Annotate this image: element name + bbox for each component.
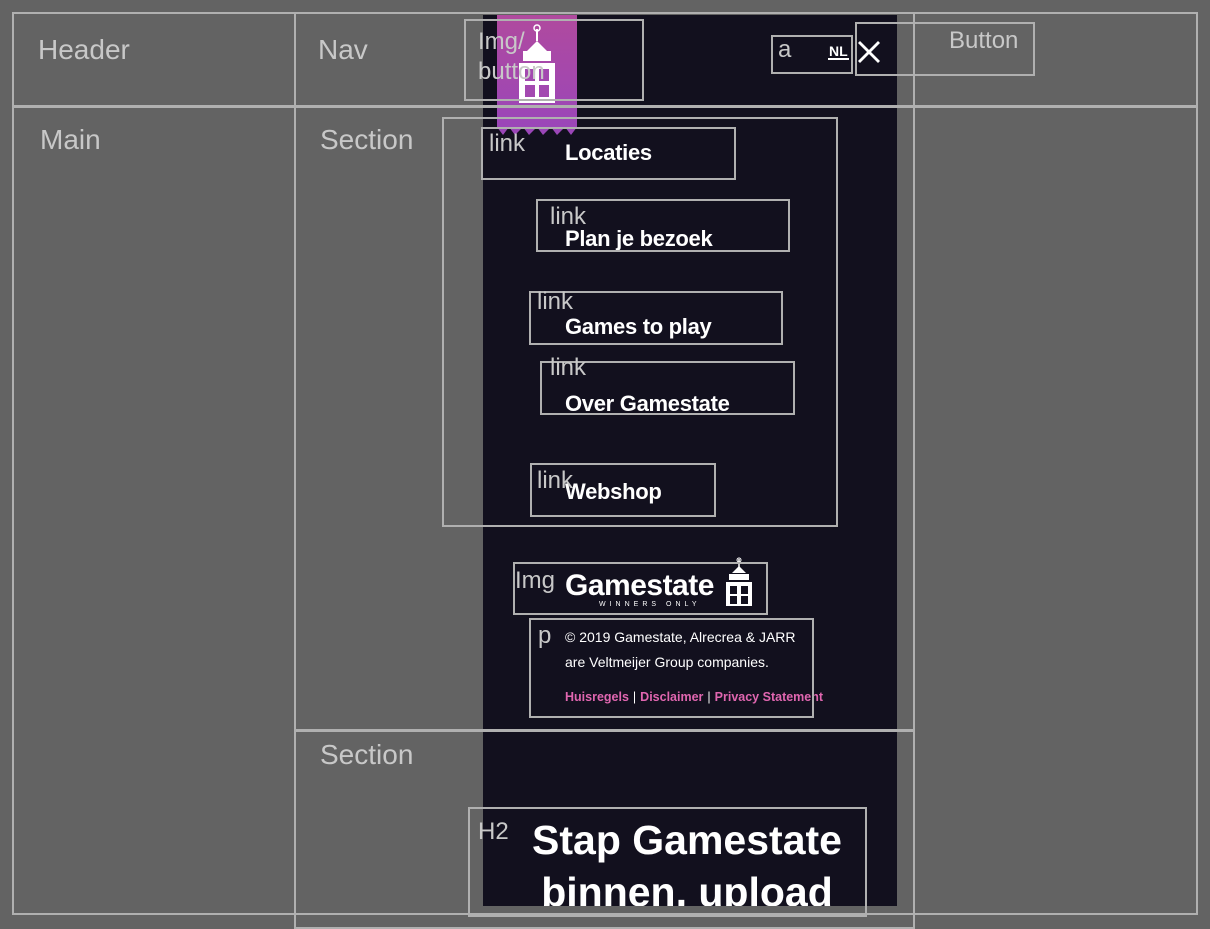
wire-label-img-button: Img/ button bbox=[478, 28, 545, 85]
wire-p-box bbox=[529, 618, 814, 718]
wire-label-img: Img bbox=[515, 567, 556, 594]
wire-label-button: Button bbox=[949, 27, 1019, 54]
wire-label-section: Section bbox=[320, 739, 414, 770]
wire-h2-box bbox=[468, 807, 867, 917]
wire-label-link: link bbox=[550, 354, 587, 381]
wire-label-link: link bbox=[537, 288, 574, 315]
wire-label-header: Header bbox=[38, 34, 130, 65]
wire-label-nav: Nav bbox=[318, 34, 368, 65]
wire-label-section: Section bbox=[320, 124, 414, 155]
wire-label-link: link bbox=[537, 467, 574, 494]
wire-label-link: link bbox=[489, 130, 526, 157]
wire-label-p: p bbox=[538, 622, 552, 649]
wire-label-main: Main bbox=[40, 124, 101, 155]
wire-label-a: a bbox=[778, 36, 792, 63]
wire-label-link: link bbox=[550, 203, 587, 230]
wire-label-h2: H2 bbox=[478, 818, 509, 845]
